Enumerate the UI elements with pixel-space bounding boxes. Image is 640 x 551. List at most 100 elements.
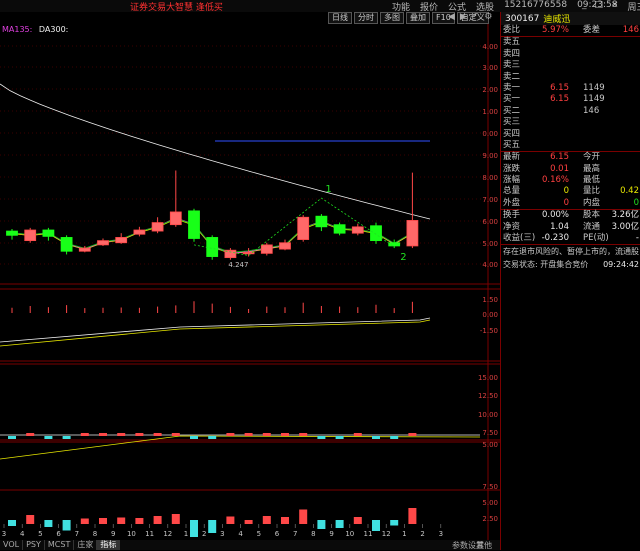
macd-bar [390, 436, 399, 439]
kdj-bar [408, 508, 417, 524]
kdj-bar [135, 518, 144, 524]
macd-bar [135, 433, 144, 436]
x-tick-label: 2 [420, 530, 424, 538]
kdj-tick: 5.00 [482, 499, 498, 507]
minimize-icon[interactable]: _ [582, 0, 587, 10]
macd-tick: 5.00 [482, 441, 498, 449]
quote-label-2: 流通 [583, 221, 601, 232]
prev-icon[interactable]: ◀ [448, 12, 455, 22]
quote-label: 收益(三) [503, 233, 536, 244]
x-tick-label: 3 [439, 530, 443, 538]
quote-label-2: 1149 [583, 82, 605, 93]
macd-tick: 10.00 [478, 411, 498, 419]
stock-code: 300167 [505, 13, 540, 24]
kdj-bar [117, 517, 126, 524]
x-tick-label: 2 [202, 530, 206, 538]
candle-body [6, 230, 18, 236]
tab-indicator[interactable]: 指标 [97, 540, 121, 550]
tab-psy[interactable]: PSY [23, 540, 45, 550]
candle-body [297, 216, 310, 240]
quote-row: 换手 0.00% 股本 3.26亿 [501, 209, 640, 221]
other-button[interactable]: 其他 [476, 540, 492, 551]
quote-row: 卖一 6.15 1149 [501, 83, 640, 94]
kdj-bar [153, 516, 162, 524]
close-icon[interactable]: × [611, 0, 619, 10]
x-tick-label: 10 [345, 530, 354, 538]
trade-status: 交易状态: 开盘集合竞价 [503, 260, 589, 270]
stock-header: 300167 迪威迅 [501, 12, 640, 25]
quote-value: 0.01 [550, 163, 569, 174]
tab-mcst[interactable]: MCST [45, 540, 75, 550]
kdj-bar [190, 520, 198, 537]
maximize-icon[interactable]: □ [595, 0, 604, 10]
kdj-tick: 7.50 [482, 483, 498, 491]
kline-chart[interactable]: 4.00 3.00 2.00 1.00 0.00 9.00 8.00 7.00 6.00 5.00… [0, 24, 500, 540]
undo-icon[interactable]: ↶ [472, 12, 480, 22]
quote-value: 0 [563, 197, 569, 208]
next-icon[interactable]: ▶ [460, 12, 467, 22]
x-tick-label: 7 [75, 530, 79, 538]
x-tick-label: 9 [111, 530, 115, 538]
macd-bar [353, 433, 362, 436]
kdj-bar [80, 518, 89, 524]
quote-row: 买四 [501, 129, 640, 140]
status-time: 09:24:42 [603, 260, 639, 270]
x-tick-label: 8 [311, 530, 315, 538]
quote-row: 收益(三) -0.230 PE(动) - [501, 233, 640, 244]
quote-label-2: 内盘 [583, 197, 601, 208]
x-tick-label: 5 [257, 530, 261, 538]
stock-name: 迪威迅 [543, 15, 571, 25]
quote-value-2: 146 [622, 25, 639, 35]
price-tick: 0.00 [482, 130, 498, 138]
price-tick: 8.00 [482, 174, 498, 182]
candle-body [97, 240, 109, 246]
quote-value-2: 0 [633, 197, 639, 208]
settings-icon[interactable]: ⚙ [484, 12, 492, 22]
quote-value: -0.230 [541, 233, 569, 244]
quote-label-2: 最高 [583, 163, 601, 174]
quote-value: 1.04 [550, 221, 569, 232]
quote-label: 净资 [503, 221, 521, 232]
tab-vol[interactable]: VOL [0, 540, 24, 550]
price-tick: 4.00 [482, 43, 498, 51]
candle-body [406, 220, 419, 247]
candle-body [260, 244, 273, 254]
overlay-button[interactable]: 叠加 [406, 12, 430, 24]
price-tick: 5.00 [482, 240, 498, 248]
tab-banker[interactable]: 庄家 [74, 540, 98, 550]
quote-label-2: 1149 [583, 94, 605, 105]
macd-bar [117, 433, 126, 436]
quote-value: 0 [563, 186, 569, 197]
candle-body [388, 242, 401, 247]
multi-chart-button[interactable]: 多图 [380, 12, 404, 24]
quote-label-2: 委差 [583, 25, 601, 35]
window-controls: _ □ × [582, 0, 619, 10]
quote-label: 委比 [503, 25, 521, 35]
candle-body [133, 229, 146, 235]
kdj-bar [226, 516, 235, 524]
quote-row: 总量 0 量比 0.42 [501, 186, 640, 197]
quote-label: 涨跌 [503, 163, 521, 174]
quote-label: 买四 [503, 128, 521, 139]
x-tick-label: 3 [220, 530, 224, 538]
candle-body [60, 237, 73, 252]
quote-value: 6.15 [550, 94, 569, 105]
macd-bar [299, 433, 308, 436]
macd-tick: 15.00 [478, 374, 498, 382]
low-price-label: 4.247 [228, 261, 248, 269]
x-tick-label: 6 [56, 530, 61, 538]
kdj-bar [299, 509, 308, 524]
candle-body [370, 225, 382, 242]
quote-value: 6.15 [550, 82, 569, 93]
quote-row: 最新 6.15 今开 [501, 151, 640, 163]
intraday-button[interactable]: 分时 [354, 12, 378, 24]
macd-bar [372, 436, 380, 439]
kdj-bar [317, 520, 326, 529]
daily-button[interactable]: 日线 [328, 12, 352, 24]
quote-value: 0.16% [541, 175, 569, 186]
quote-value: 5.97% [541, 25, 569, 35]
macd-bar [281, 433, 289, 436]
price-tick: 1.00 [482, 108, 498, 116]
macd-bar [335, 436, 344, 439]
quote-label: 涨幅 [503, 175, 521, 186]
